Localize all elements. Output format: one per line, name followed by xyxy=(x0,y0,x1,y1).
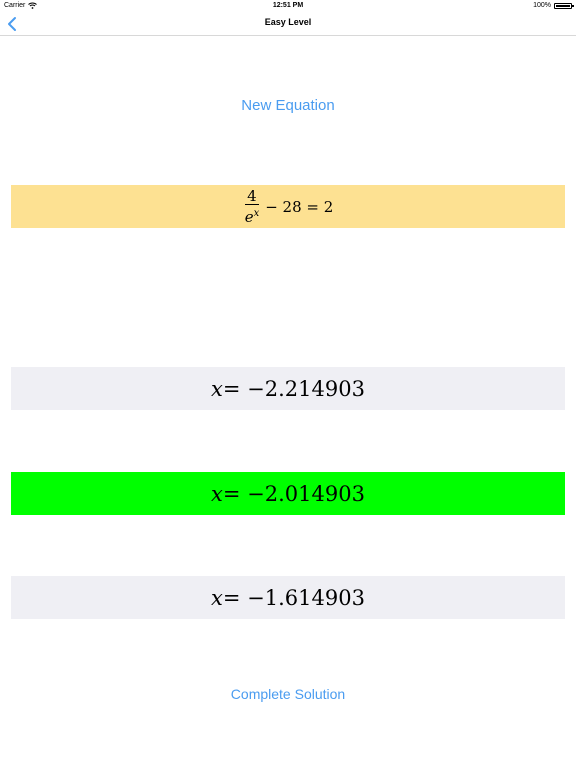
answer-option-1[interactable]: x = −2.214903 xyxy=(11,367,565,410)
answer-value: = −2.214903 xyxy=(222,376,365,401)
status-right: 100% xyxy=(533,2,574,9)
answer-value: = −2.014903 xyxy=(222,481,365,506)
battery-icon xyxy=(554,2,574,9)
answer-variable: x xyxy=(211,481,223,506)
denominator-exponent: x xyxy=(253,207,260,219)
status-bar: Carrier 12:51 PM 100% xyxy=(0,0,576,12)
answer-option-3[interactable]: x = −1.614903 xyxy=(11,576,565,619)
fraction-numerator: 4 xyxy=(245,186,259,205)
answer-variable: x xyxy=(211,376,223,401)
answer-value: = −1.614903 xyxy=(222,585,365,610)
answer-option-2[interactable]: x = −2.014903 xyxy=(11,472,565,515)
equation-display: 4 ex − 28 = 2 xyxy=(11,185,565,228)
complete-solution-button[interactable]: Complete Solution xyxy=(0,686,576,702)
equation-fraction: 4 ex xyxy=(243,188,262,226)
fraction-denominator: ex xyxy=(243,205,262,226)
status-time: 12:51 PM xyxy=(272,2,304,9)
app-screen: Carrier 12:51 PM 100% Easy Level New Equ… xyxy=(0,0,576,768)
navigation-bar: Easy Level xyxy=(0,12,576,36)
battery-percent: 100% xyxy=(533,2,551,9)
equation-rest: − 28 = 2 xyxy=(265,197,334,216)
answer-variable: x xyxy=(211,585,223,610)
new-equation-button[interactable]: New Equation xyxy=(0,97,576,114)
page-title: Easy Level xyxy=(264,17,312,27)
denominator-base: e xyxy=(244,207,254,226)
